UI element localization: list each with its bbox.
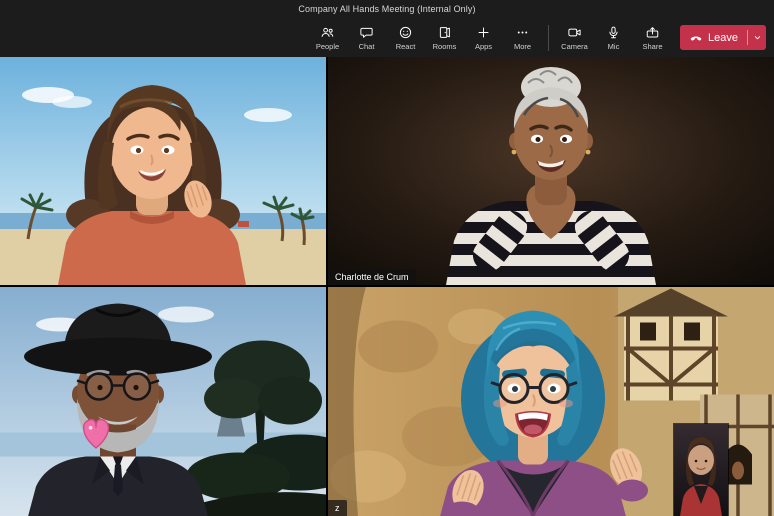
react-label: React	[396, 42, 416, 51]
video-tile-participant-3[interactable]	[0, 287, 326, 516]
people-label: People	[316, 42, 339, 51]
participant-3-avatar-video	[0, 287, 326, 516]
video-tile-participant-1[interactable]	[0, 57, 326, 285]
video-tile-participant-2[interactable]: Charlotte de Crum	[328, 57, 774, 285]
camera-icon	[567, 25, 582, 40]
video-grid: Charlotte de Crum	[0, 57, 774, 516]
participant-name-label: Charlotte de Crum	[328, 269, 416, 285]
apps-label: Apps	[475, 42, 492, 51]
leave-label: Leave	[708, 32, 738, 44]
more-button[interactable]: More	[504, 20, 541, 56]
leave-options-button[interactable]	[748, 25, 766, 50]
participant-name-label: z	[328, 500, 347, 516]
self-view-pip[interactable]	[674, 424, 728, 516]
people-button[interactable]: People	[309, 20, 346, 56]
apps-button[interactable]: Apps	[465, 20, 502, 56]
share-button[interactable]: Share	[634, 20, 671, 56]
self-view-avatar-video	[674, 424, 728, 516]
camera-label: Camera	[561, 42, 588, 51]
rooms-button[interactable]: Rooms	[426, 20, 463, 56]
chat-icon	[359, 25, 374, 40]
react-button[interactable]: React	[387, 20, 424, 56]
chat-label: Chat	[359, 42, 375, 51]
share-label: Share	[643, 42, 663, 51]
toolbar-divider	[548, 25, 549, 51]
leave-call-icon	[689, 31, 703, 45]
chevron-down-icon	[752, 32, 763, 43]
apps-icon	[476, 25, 491, 40]
rooms-icon	[437, 25, 452, 40]
mic-icon	[606, 25, 621, 40]
react-icon	[398, 25, 413, 40]
video-tile-participant-4[interactable]: z	[328, 287, 774, 516]
camera-button[interactable]: Camera	[556, 20, 593, 56]
teams-meeting-window: Company All Hands Meeting (Internal Only…	[0, 0, 774, 516]
share-icon	[645, 25, 660, 40]
rooms-label: Rooms	[433, 42, 457, 51]
participant-1-avatar-video	[0, 57, 326, 285]
more-label: More	[514, 42, 531, 51]
mic-button[interactable]: Mic	[595, 20, 632, 56]
participant-2-avatar-video	[328, 57, 774, 285]
meeting-toolbar: People Chat React Rooms Apps	[0, 18, 774, 57]
leave-button-group: Leave	[680, 25, 766, 50]
mic-label: Mic	[608, 42, 620, 51]
window-titlebar: Company All Hands Meeting (Internal Only…	[0, 0, 774, 18]
chat-button[interactable]: Chat	[348, 20, 385, 56]
people-icon	[320, 25, 335, 40]
meeting-title: Company All Hands Meeting (Internal Only…	[298, 4, 475, 14]
leave-button[interactable]: Leave	[680, 25, 747, 50]
more-icon	[515, 25, 530, 40]
